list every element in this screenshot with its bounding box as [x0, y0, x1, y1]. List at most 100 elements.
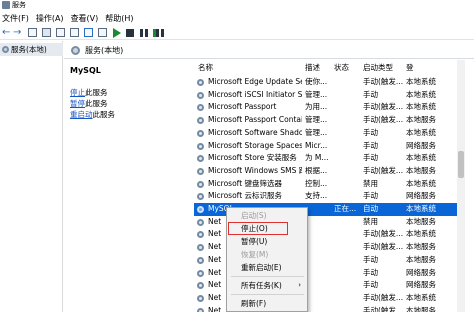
export-list-icon[interactable] — [70, 28, 79, 37]
cell-startup: 手动 — [363, 89, 378, 99]
cell-logon: 本地系统 — [406, 102, 436, 112]
service-gear-icon — [197, 282, 204, 290]
cell-name: Microsoft Storage Spaces S... — [208, 140, 302, 150]
forward-arrow-icon[interactable]: → — [13, 28, 22, 38]
cell-logon: 本地服务 — [406, 242, 436, 252]
table-row[interactable]: Microsoft 键盘筛选器 控制... 禁用 本地系统 — [194, 178, 462, 191]
cell-desc: 为用... — [305, 102, 328, 112]
window-title: 服务 — [12, 1, 26, 9]
properties-icon[interactable] — [42, 28, 51, 37]
tree-item-services-local[interactable]: 服务(本地) — [0, 43, 63, 56]
column-header-startup-type[interactable]: 启动类型 — [363, 60, 393, 76]
pane-title: 服务(本地) — [85, 46, 124, 55]
menu-file[interactable]: 文件(F) — [0, 11, 34, 26]
table-row[interactable]: Microsoft iSCSI Initiator Ser...管理... 手动 本… — [194, 89, 462, 102]
cell-startup: 自动 — [363, 204, 378, 213]
cell-desc: 根据... — [305, 165, 328, 175]
cell-logon: 网络服务 — [406, 191, 436, 201]
back-arrow-icon[interactable]: ← — [2, 28, 11, 38]
column-header-name[interactable]: 名称 — [198, 60, 213, 76]
stop-service-icon[interactable] — [126, 29, 134, 37]
cell-startup: 禁用 — [363, 216, 378, 226]
cell-name: Microsoft iSCSI Initiator Ser... — [208, 89, 302, 99]
services-app-icon — [2, 1, 10, 9]
cell-name: Microsoft 键盘筛选器 — [208, 178, 283, 188]
pane-header: 服务(本地) — [64, 41, 474, 59]
submenu-arrow-icon: › — [298, 281, 301, 289]
cell-name: Microsoft Software Shado... — [208, 127, 302, 137]
refresh-icon[interactable] — [56, 28, 65, 37]
table-row[interactable]: Microsoft Passport Container管理... 手动(触发..… — [194, 114, 462, 127]
menu-view[interactable]: 查看(V) — [69, 11, 104, 26]
scrollbar-thumb[interactable] — [458, 151, 464, 178]
service-gear-icon — [197, 294, 204, 302]
table-row[interactable]: Microsoft Storage Spaces S...Micr... 手动 网络… — [194, 140, 462, 153]
service-gear-icon — [197, 79, 204, 86]
gear-icon — [71, 46, 80, 55]
restart-link[interactable]: 重启动 — [70, 110, 93, 119]
cell-name: Microsoft Passport — [208, 102, 277, 112]
service-gear-icon — [197, 91, 204, 99]
cell-startup: 手动 — [363, 153, 378, 163]
cell-logon: 本地服务 — [406, 165, 436, 175]
table-row[interactable]: Microsoft Windows SMS 路...根据... 手动(触发...本… — [194, 165, 462, 178]
cell-name: Microsoft Windows SMS 路... — [208, 165, 302, 175]
cell-desc: 管理... — [305, 115, 328, 125]
cell-logon: 本地服务 — [406, 305, 436, 312]
stop-highlight-box — [228, 222, 288, 235]
menu-item-all-tasks[interactable]: 所有任务(K) › — [228, 279, 307, 292]
service-gear-icon — [197, 180, 204, 188]
cell-logon: 网络服务 — [406, 280, 436, 290]
menu-bar: 文件(F) 操作(A) 查看(V) 帮助(H) — [0, 11, 474, 26]
menu-item-resume[interactable]: 恢复(M) — [228, 248, 307, 261]
cell-desc: 控制... — [305, 178, 328, 188]
cell-name: Microsoft Passport Container — [208, 115, 302, 125]
view-icon[interactable] — [98, 28, 107, 37]
column-header-logon[interactable]: 登 — [406, 60, 414, 76]
cell-startup: 手动 — [363, 140, 378, 150]
right-gutter — [465, 60, 474, 312]
table-row[interactable]: Microsoft Store 安装服务为 M... 手动 本地系统 — [194, 152, 462, 165]
cell-startup: 手动 — [363, 267, 378, 277]
menu-help[interactable]: 帮助(H) — [103, 11, 138, 26]
menu-item-all-tasks-label: 所有任务(K) — [241, 281, 282, 290]
start-service-icon[interactable] — [113, 28, 121, 38]
cell-logon: 本地系统 — [406, 89, 436, 99]
cell-startup: 手动 — [363, 127, 378, 137]
menu-separator — [231, 294, 304, 295]
menu-item-refresh[interactable]: 刷新(F) — [228, 297, 307, 310]
cell-startup: 手动(触发... — [363, 305, 404, 312]
cell-desc: Micr... — [305, 140, 328, 150]
context-menu: 启动(S) 停止(O) 暂停(U) 恢复(M) 重新启动(E) 所有任务(K) … — [226, 207, 308, 312]
stop-service-action: 停止此服务 — [70, 88, 108, 97]
restart-service-icon[interactable] — [153, 29, 164, 37]
cell-startup: 手动(触发... — [363, 292, 404, 302]
service-gear-icon — [197, 269, 204, 277]
pause-link[interactable]: 暂停 — [70, 99, 85, 108]
tree-item-label: 服务(本地) — [11, 45, 47, 54]
vertical-scrollbar[interactable] — [457, 60, 465, 312]
table-row[interactable]: Microsoft Software Shado... 管理... 手动 本地系统 — [194, 127, 462, 140]
help-icon[interactable] — [84, 28, 93, 37]
menu-item-restart[interactable]: 重新启动(E) — [228, 261, 307, 274]
table-row[interactable]: Microsoft Edge Update Ser...使你... 手动(触发..… — [194, 76, 462, 89]
service-gear-icon — [197, 218, 204, 226]
gear-icon — [2, 46, 9, 53]
service-gear-icon — [197, 256, 204, 264]
cell-logon: 网络服务 — [406, 140, 436, 150]
table-row[interactable]: Microsoft 云标识服务 支持... 手动 网络服务 — [194, 190, 462, 203]
cell-name: Microsoft Edge Update Ser... — [208, 77, 302, 86]
show-hide-console-tree-icon[interactable] — [28, 28, 37, 37]
stop-link[interactable]: 停止 — [70, 88, 85, 97]
menu-action[interactable]: 操作(A) — [34, 11, 69, 26]
service-gear-icon — [197, 193, 204, 201]
table-row[interactable]: Microsoft Passport 为用... 手动(触发... 本地系统 — [194, 101, 462, 114]
service-gear-icon — [197, 231, 204, 239]
pause-service-icon[interactable] — [140, 29, 148, 37]
cell-desc: 为 M... — [305, 153, 329, 163]
menu-item-start[interactable]: 启动(S) — [228, 209, 307, 222]
column-header-description[interactable]: 描述 — [305, 60, 320, 76]
service-gear-icon — [197, 129, 204, 137]
column-header-status[interactable]: 状态 — [334, 60, 349, 76]
menu-item-pause[interactable]: 暂停(U) — [228, 235, 307, 248]
